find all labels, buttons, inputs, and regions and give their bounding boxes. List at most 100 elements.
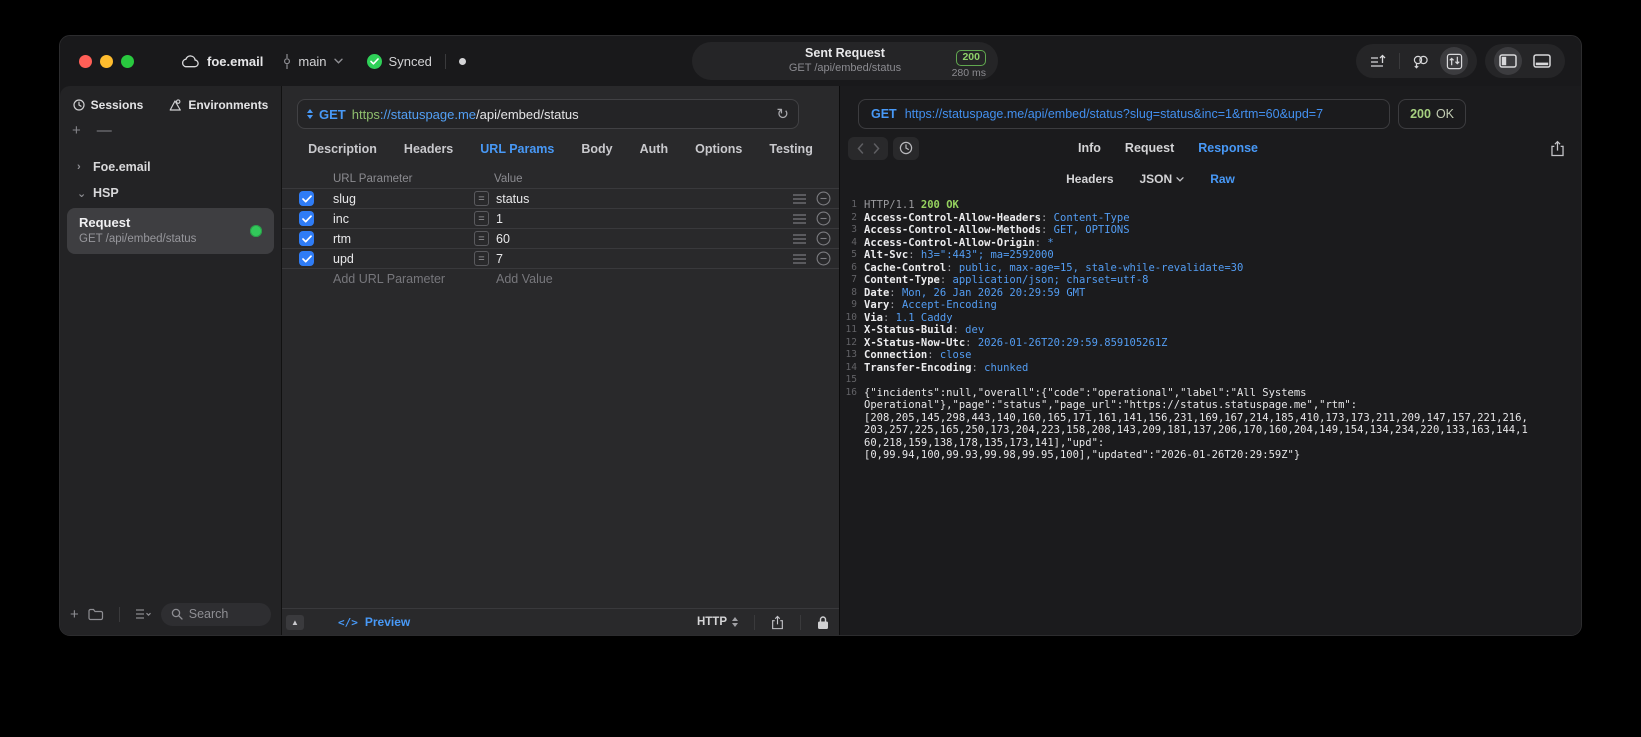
resend-request-icon[interactable]: ↻ — [776, 105, 789, 123]
zoom-window-button[interactable] — [121, 54, 134, 68]
param-value-field[interactable]: 7 — [496, 252, 793, 266]
response-subtab-headers[interactable]: Headers — [1066, 172, 1113, 186]
sent-request-url: https://statuspage.me/api/embed/status?s… — [904, 107, 1324, 121]
sort-list-icon[interactable] — [135, 608, 152, 620]
drag-handle-icon[interactable] — [793, 233, 806, 244]
request-tab-auth[interactable]: Auth — [640, 142, 668, 156]
export-response-icon[interactable] — [1550, 140, 1565, 157]
code-text: Date: Mon, 26 Jan 2026 20:29:59 GMT — [864, 287, 1085, 300]
response-subtab-raw[interactable]: Raw — [1210, 172, 1235, 186]
sync-status[interactable]: Synced — [389, 54, 432, 69]
sent-request-url-box[interactable]: GET https://statuspage.me/api/embed/stat… — [858, 99, 1391, 129]
request-tab-url-params[interactable]: URL Params — [480, 142, 554, 156]
history-back-icon[interactable] — [856, 142, 864, 154]
sidebar-tab-label: Sessions — [90, 98, 144, 112]
remove-session-button[interactable]: — — [97, 122, 112, 139]
response-subtab-json[interactable]: JSON — [1140, 172, 1185, 186]
request-url-bar[interactable]: GET https://statuspage.me/api/embed/stat… — [297, 99, 799, 129]
code-text: Transfer-Encoding: chunked — [864, 362, 1028, 375]
equals-icon: = — [474, 211, 489, 226]
code-line: 3 Access-Control-Allow-Methods: GET, OPTI… — [840, 224, 1581, 237]
chevron-down-icon[interactable]: ⌄ — [77, 187, 86, 200]
remove-param-icon[interactable] — [816, 211, 831, 226]
drag-handle-icon[interactable] — [793, 213, 806, 224]
param-enabled-checkbox[interactable] — [299, 251, 314, 266]
sidebar-tab-environments[interactable]: Environments — [169, 98, 268, 112]
param-enabled-checkbox[interactable] — [299, 191, 314, 206]
protocol-label: HTTP — [696, 616, 727, 628]
new-folder-icon[interactable] — [88, 608, 104, 621]
sent-request-method: GET — [871, 107, 897, 121]
param-enabled-checkbox[interactable] — [299, 211, 314, 226]
lock-icon[interactable] — [817, 615, 829, 630]
toggle-bottom-panel-icon[interactable] — [1528, 47, 1556, 75]
chevron-right-icon[interactable]: › — [77, 161, 85, 173]
tree-item-foe-email[interactable]: › Foe.email — [60, 154, 281, 180]
add-param-value-placeholder[interactable]: Add Value — [496, 272, 831, 286]
add-param-name-placeholder[interactable]: Add URL Parameter — [333, 272, 474, 286]
request-tab-testing[interactable]: Testing — [769, 142, 813, 156]
merge-sessions-icon[interactable] — [1406, 47, 1434, 75]
drag-handle-icon[interactable] — [793, 253, 806, 264]
protocol-selector[interactable]: HTTP — [697, 616, 738, 628]
remove-param-icon[interactable] — [816, 251, 831, 266]
line-number: 9 — [851, 299, 857, 310]
sort-export-icon[interactable] — [1365, 47, 1393, 75]
header-value: h3=":443"; ma=2592000 — [920, 249, 1054, 261]
param-value-field[interactable]: 60 — [496, 232, 793, 246]
line-number: 3 — [851, 224, 857, 235]
header-separator: : — [952, 324, 966, 336]
protocol-stepper-icon — [732, 617, 738, 627]
sidebar-request-item[interactable]: Request GET /api/embed/status — [67, 208, 274, 255]
code-text: Vary: Accept-Encoding — [864, 299, 997, 312]
code-line: 7 Content-Type: application/json; charset… — [840, 274, 1581, 287]
remove-param-icon[interactable] — [816, 231, 831, 246]
line-number: 12 — [845, 336, 857, 348]
history-forward-icon[interactable] — [873, 142, 880, 154]
search-input[interactable]: Search — [160, 602, 271, 626]
share-icon[interactable] — [771, 615, 784, 630]
close-window-button[interactable] — [79, 54, 92, 68]
param-name-field[interactable]: rtm — [333, 232, 474, 246]
request-tab-headers[interactable]: Headers — [404, 142, 453, 156]
preview-button[interactable]: </> Preview — [338, 615, 410, 629]
column-header-parameter: URL Parameter — [333, 172, 413, 185]
request-tab-description[interactable]: Description — [308, 142, 377, 156]
add-request-button[interactable]: + — [70, 606, 79, 623]
param-name-field[interactable]: inc — [333, 212, 474, 226]
param-name-field[interactable]: upd — [333, 252, 474, 266]
param-name-field[interactable]: slug — [333, 192, 474, 206]
remove-param-icon[interactable] — [816, 191, 831, 206]
project-name[interactable]: foe.email — [207, 54, 263, 69]
sidebar-tab-sessions[interactable]: Sessions — [73, 98, 144, 112]
collapse-panel-button[interactable]: ▲ — [286, 614, 304, 630]
add-param-row[interactable]: Add URL Parameter Add Value — [282, 268, 839, 288]
header-value: Mon, 26 Jan 2026 20:29:59 GMT — [901, 286, 1086, 299]
response-tab-response[interactable]: Response — [1198, 141, 1258, 155]
request-tab-body[interactable]: Body — [581, 142, 612, 156]
branch-name[interactable]: main — [298, 54, 326, 69]
cloud-icon — [181, 54, 200, 68]
add-session-button[interactable]: + — [72, 122, 81, 139]
request-tab-options[interactable]: Options — [695, 142, 742, 156]
drag-handle-icon[interactable] — [793, 193, 806, 204]
branch-icon — [283, 53, 291, 69]
minimize-window-button[interactable] — [100, 54, 113, 68]
history-clock-icon[interactable] — [893, 136, 919, 160]
param-value-field[interactable]: 1 — [496, 212, 793, 226]
request-method[interactable]: GET — [319, 107, 346, 122]
response-tab-request[interactable]: Request — [1125, 141, 1174, 155]
chevron-down-icon[interactable] — [333, 58, 343, 64]
method-stepper-icon[interactable] — [307, 109, 313, 119]
code-text: X-Status-Build: dev — [864, 324, 984, 337]
import-export-icon[interactable] — [1440, 47, 1468, 75]
param-value-field[interactable]: status — [496, 192, 793, 206]
tree-item-hsp[interactable]: ⌄ HSP — [60, 180, 281, 206]
active-request-pill[interactable]: Sent Request GET /api/embed/status 200 2… — [692, 42, 998, 80]
param-enabled-checkbox[interactable] — [299, 231, 314, 246]
response-tab-info[interactable]: Info — [1078, 141, 1101, 155]
toggle-sidebar-icon[interactable] — [1494, 47, 1522, 75]
request-url[interactable]: https://statuspage.me/api/embed/status — [352, 107, 771, 122]
titlebar-actions — [1356, 44, 1565, 78]
response-raw-view[interactable]: 1 HTTP/1.1 200 OK 2 Access-Control-Allow-He… — [840, 199, 1581, 635]
